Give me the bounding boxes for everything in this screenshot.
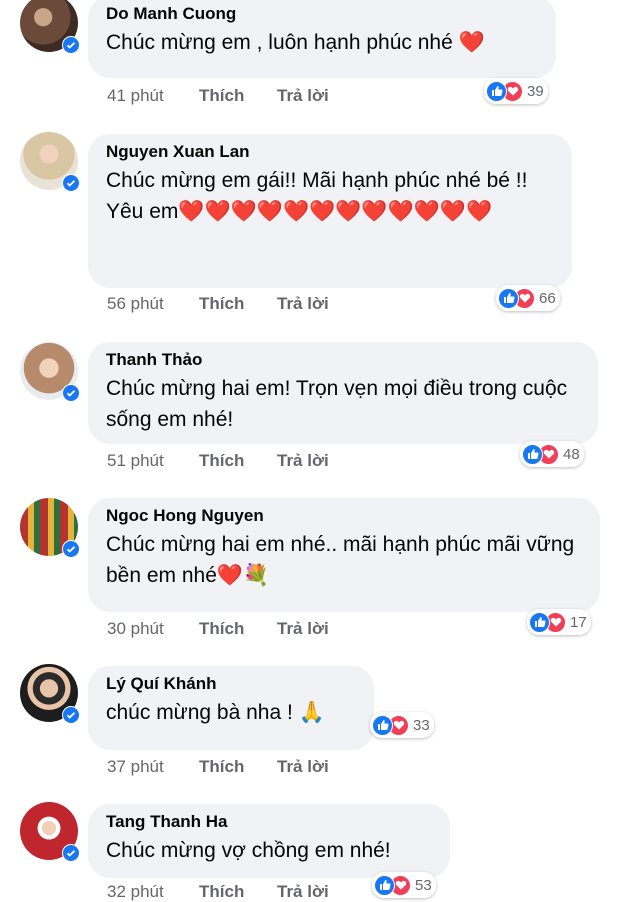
comment-meta: 41 phút Thích Trả lời	[107, 86, 329, 106]
reaction-count: 17	[570, 613, 587, 631]
reaction-summary[interactable]: 17	[527, 609, 591, 635]
comment-text: Chúc mừng vợ chồng em nhé!	[106, 839, 391, 862]
verified-badge-icon	[62, 36, 80, 54]
like-button[interactable]: Thích	[199, 451, 277, 471]
comment-time[interactable]: 56 phút	[107, 294, 199, 314]
comment-text: Chúc mừng hai em nhé.. mãi hạnh phúc mãi…	[106, 533, 575, 587]
comment-time[interactable]: 41 phút	[107, 86, 199, 106]
commenter-name[interactable]: Thanh Thảo	[106, 350, 580, 370]
like-reaction-icon	[498, 287, 519, 309]
comment-time[interactable]: 30 phút	[107, 619, 199, 639]
like-button[interactable]: Thích	[199, 757, 277, 777]
comment-time[interactable]: 32 phút	[107, 882, 199, 902]
commenter-name[interactable]: Ngoc Hong Nguyen	[106, 506, 582, 526]
verified-badge-icon	[62, 844, 80, 862]
comment-text: chúc mừng bà nha ! 🙏	[106, 701, 325, 724]
comment-meta: 30 phút Thích Trả lời	[107, 619, 329, 639]
comment-time[interactable]: 37 phút	[107, 757, 199, 777]
verified-badge-icon	[62, 540, 80, 558]
reaction-count: 48	[563, 445, 580, 463]
commenter-name[interactable]: Tang Thanh Ha	[106, 812, 432, 832]
verified-badge-icon	[62, 706, 80, 724]
reaction-count: 39	[527, 82, 544, 100]
comment-time[interactable]: 51 phút	[107, 451, 199, 471]
commenter-name[interactable]: Lý Quí Khánh	[106, 674, 356, 694]
comment-bubble: Ngoc Hong Nguyen Chúc mừng hai em nhé.. …	[88, 498, 600, 612]
like-button[interactable]: Thích	[199, 294, 277, 314]
reaction-summary[interactable]: 39	[484, 78, 548, 104]
comment-text: Chúc mừng em gái!! Mãi hạnh phúc nhé bé …	[106, 165, 556, 227]
avatar[interactable]	[20, 498, 80, 558]
reaction-summary[interactable]: 33	[370, 712, 434, 738]
like-reaction-icon	[529, 611, 550, 633]
avatar[interactable]	[20, 342, 80, 402]
comment-text: Chúc mừng hai em! Trọn vẹn mọi điều tron…	[106, 377, 568, 431]
commenter-name[interactable]: Nguyen Xuan Lan	[106, 142, 554, 162]
verified-badge-icon	[62, 174, 80, 192]
like-reaction-icon	[522, 443, 543, 465]
reply-button[interactable]: Trả lời	[277, 757, 329, 777]
comment-bubble: Do Manh Cuong Chúc mừng em , luôn hạnh p…	[88, 0, 556, 78]
comment-text-content: Chúc mừng em gái!! Mãi hạnh phúc nhé bé …	[106, 169, 528, 223]
comment-text: Chúc mừng em , luôn hạnh phúc nhé ❤️	[106, 31, 485, 54]
reply-button[interactable]: Trả lời	[277, 619, 329, 639]
avatar[interactable]	[20, 132, 80, 192]
comment-meta: 56 phút Thích Trả lời	[107, 294, 329, 314]
like-button[interactable]: Thích	[199, 619, 277, 639]
avatar[interactable]	[20, 802, 80, 862]
comment-bubble: Thanh Thảo Chúc mừng hai em! Trọn vẹn mọ…	[88, 342, 598, 444]
reaction-summary[interactable]: 53	[372, 872, 436, 898]
reaction-count: 66	[539, 289, 556, 307]
reply-button[interactable]: Trả lời	[277, 451, 329, 471]
reply-button[interactable]: Trả lời	[277, 882, 329, 902]
reaction-count: 33	[413, 716, 430, 734]
like-button[interactable]: Thích	[199, 882, 277, 902]
like-reaction-icon	[374, 874, 395, 896]
comment-meta: 32 phút Thích Trả lời	[107, 882, 329, 902]
reaction-summary[interactable]: 48	[520, 441, 584, 467]
like-reaction-icon	[486, 80, 507, 102]
avatar[interactable]	[20, 0, 80, 54]
avatar[interactable]	[20, 664, 80, 724]
comment-bubble: Tang Thanh Ha Chúc mừng vợ chồng em nhé!	[88, 804, 450, 878]
comment-meta: 37 phút Thích Trả lời	[107, 757, 329, 777]
commenter-name[interactable]: Do Manh Cuong	[106, 4, 538, 24]
like-button[interactable]: Thích	[199, 86, 277, 106]
verified-badge-icon	[62, 384, 80, 402]
reply-button[interactable]: Trả lời	[277, 294, 329, 314]
comment-bubble: Nguyen Xuan Lan Chúc mừng em gái!! Mãi h…	[88, 134, 572, 288]
comment-meta: 51 phút Thích Trả lời	[107, 451, 329, 471]
reply-button[interactable]: Trả lời	[277, 86, 329, 106]
reaction-summary[interactable]: 66	[496, 285, 560, 311]
like-reaction-icon	[372, 714, 393, 736]
comment-bubble: Lý Quí Khánh chúc mừng bà nha ! 🙏	[88, 666, 374, 750]
